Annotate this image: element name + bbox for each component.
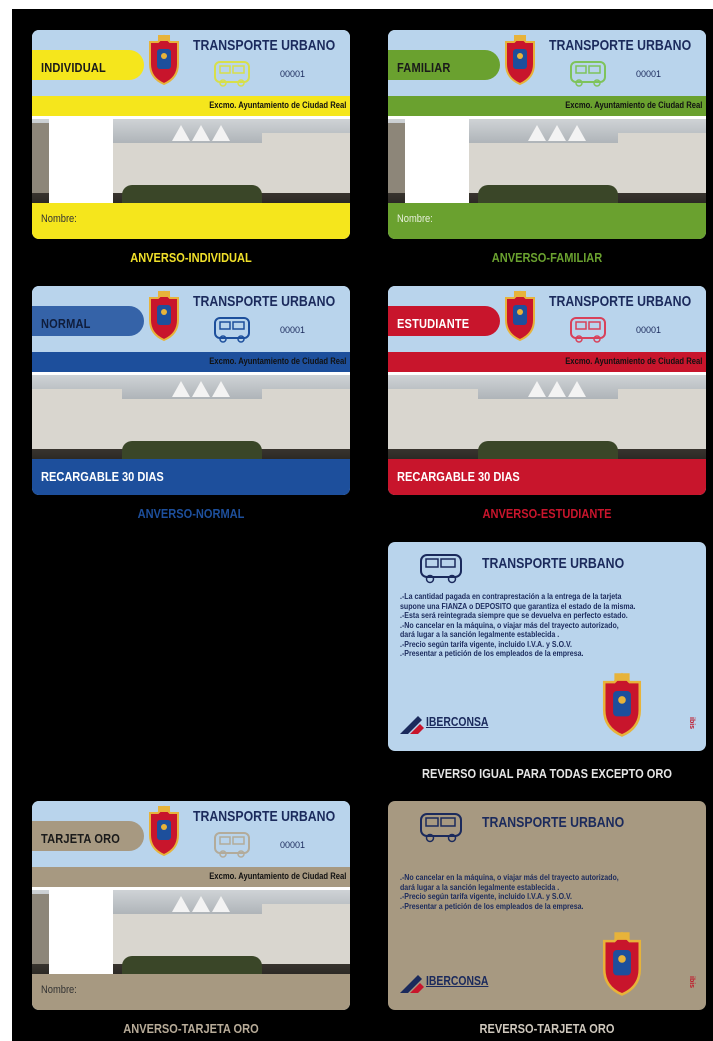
bus-icon [214,832,250,858]
bus-icon [420,554,462,584]
card-serial: 00001 [280,69,306,79]
card-familiar: FAMILIAR TRANSPORTE URBANO 00001 Excmo. … [388,30,706,239]
card-title: TRANSPORTE URBANO [193,37,336,54]
iberconsa-logo-text: IBERCONSA [426,714,489,729]
reverse-terms: .-La cantidad pagada en contraprestación… [400,592,664,659]
card-title: TRANSPORTE URBANO [549,293,692,310]
card-type-label: NORMAL [41,316,91,331]
bus-icon [420,813,462,843]
card-serial: 00001 [636,69,662,79]
card-type-label: TARJETA ORO [41,831,121,846]
reverse-title: TRANSPORTE URBANO [482,814,625,831]
card-type-label: FAMILIAR [397,60,451,75]
caption-estudiante: ANVERSO-ESTUDIANTE [482,506,612,521]
bottom-band [32,974,350,1010]
coat-of-arms-icon [149,34,179,86]
bus-icon [570,317,606,343]
terms-line: .-Presentar a petición de los empleados … [400,649,584,658]
terms-line: .-Esta será reintegrada siempre que se d… [400,611,628,620]
card-reverse: TRANSPORTE URBANO .-La cantidad pagada e… [388,542,706,751]
coat-of-arms-icon [505,290,535,342]
cards-sheet: INDIVIDUAL TRANSPORTE URBANO 00001 Excmo… [12,9,713,1041]
recharge-label: RECARGABLE 30 DIAS [41,469,164,484]
card-serial: 00001 [280,325,306,335]
recharge-label: RECARGABLE 30 DIAS [397,469,520,484]
ayuntamiento-text: Excmo. Ayuntamiento de Ciudad Real [564,356,702,366]
caption-tarjeta-oro: ANVERSO-TARJETA ORO [123,1021,259,1036]
coat-of-arms-icon [602,931,642,996]
terms-line: dará lugar a la sanción legalmente estab… [400,882,560,892]
name-label: Nombre: [41,984,77,996]
ibis-mark: ibis [688,717,695,730]
card-serial: 00001 [280,840,306,850]
city-photo [32,375,350,459]
ayuntamiento-text: Excmo. Ayuntamiento de Ciudad Real [564,100,702,110]
iberconsa-logo-text: IBERCONSA [426,973,489,988]
terms-line: .-No cancelar en la máquina, o viajar má… [400,873,619,882]
caption-reverse: REVERSO IGUAL PARA TODAS EXCEPTO ORO [422,766,672,781]
terms-line: dará lugar a la sanción legalmente estab… [400,630,560,639]
city-photo [388,375,706,459]
coat-of-arms-icon [505,34,535,86]
bus-icon [570,61,606,87]
terms-line: .-Presentar a petición de los empleados … [400,901,584,911]
card-serial: 00001 [636,325,662,335]
photo-id-box [405,119,469,203]
caption-normal: ANVERSO-NORMAL [137,506,245,521]
photo-id-box [49,890,113,974]
ayuntamiento-text: Excmo. Ayuntamiento de Ciudad Real [208,871,346,881]
coat-of-arms-icon [149,805,179,857]
ayuntamiento-text: Excmo. Ayuntamiento de Ciudad Real [208,356,346,366]
photo-id-box [49,119,113,203]
terms-line: .-No cancelar en la máquina, o viajar má… [400,620,619,630]
ibis-mark: ibis [688,976,695,989]
caption-individual: ANVERSO-INDIVIDUAL [130,250,252,265]
card-normal: NORMAL TRANSPORTE URBANO 00001 Excmo. Ay… [32,286,350,495]
card-individual: INDIVIDUAL TRANSPORTE URBANO 00001 Excmo… [32,30,350,239]
coat-of-arms-icon [149,290,179,342]
card-title: TRANSPORTE URBANO [193,293,336,310]
reverse-title: TRANSPORTE URBANO [482,555,625,572]
name-label: Nombre: [397,213,433,225]
coat-of-arms-icon [602,672,642,737]
bottom-band [32,203,350,239]
card-title: TRANSPORTE URBANO [193,808,336,825]
card-type-label: ESTUDIANTE [397,316,470,331]
bus-icon [214,61,250,87]
card-estudiante: ESTUDIANTE TRANSPORTE URBANO 00001 Excmo… [388,286,706,495]
terms-line: .-Precio según tarifa vigente, incluido … [400,892,573,901]
card-title: TRANSPORTE URBANO [549,37,692,54]
name-label: Nombre: [41,213,77,225]
bottom-band [388,203,706,239]
terms-line: .-Precio según tarifa vigente, incluido … [400,639,573,649]
card-type-label: INDIVIDUAL [41,60,106,75]
reverse-terms: .-No cancelar en la máquina, o viajar má… [400,873,664,911]
caption-familiar: ANVERSO-FAMILIAR [491,250,603,265]
terms-line: .-La cantidad pagada en contraprestación… [400,592,622,601]
card-reverse-oro: TRANSPORTE URBANO .-No cancelar en la má… [388,801,706,1010]
card-tarjeta-oro: TARJETA ORO TRANSPORTE URBANO 00001 Excm… [32,801,350,1010]
caption-reverse-oro: REVERSO-TARJETA ORO [479,1021,615,1036]
terms-line: supone una FIANZA o DEPOSITO que garanti… [400,601,636,611]
bus-icon [214,317,250,343]
ayuntamiento-text: Excmo. Ayuntamiento de Ciudad Real [208,100,346,110]
